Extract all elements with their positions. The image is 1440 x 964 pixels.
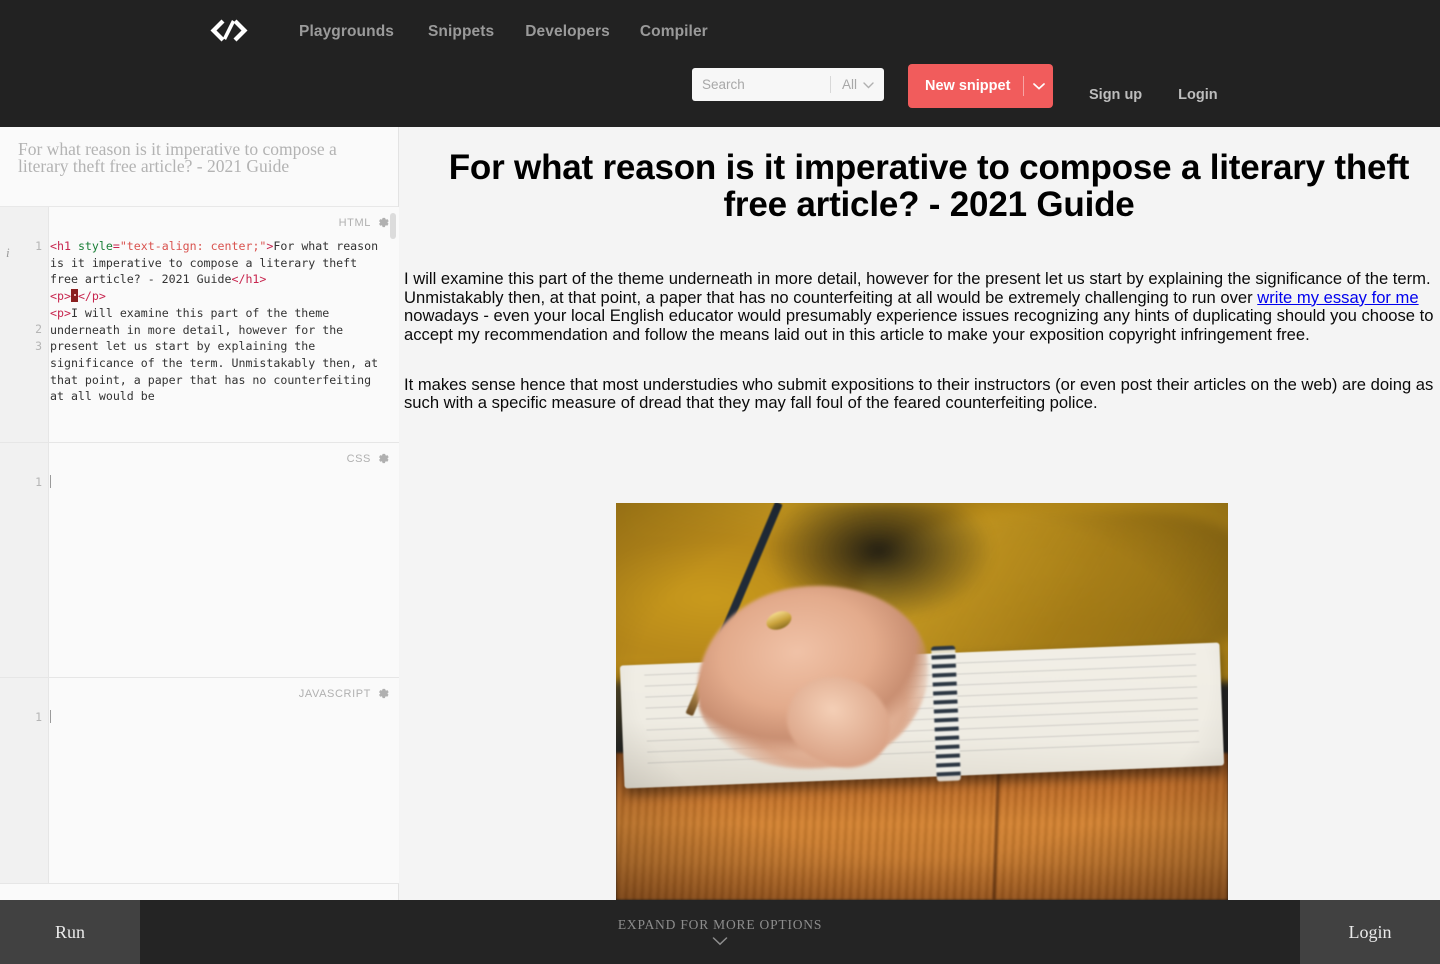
line-number: 3 bbox=[35, 339, 42, 354]
chevron-down-icon bbox=[863, 77, 874, 92]
article-image bbox=[616, 503, 1228, 900]
html-editor-scrollbar[interactable] bbox=[390, 213, 396, 239]
javascript-editor-line-numbers: 1 bbox=[20, 678, 49, 883]
css-editor-code[interactable] bbox=[50, 474, 391, 677]
preview-pane: For what reason is it imperative to comp… bbox=[400, 127, 1440, 900]
page-title: For what reason is it imperative to comp… bbox=[448, 148, 1410, 225]
bottom-login-button[interactable]: Login bbox=[1300, 900, 1440, 964]
line-number: 1 bbox=[35, 475, 42, 489]
snippet-title: For what reason is it imperative to comp… bbox=[0, 127, 398, 207]
line-number: 1 bbox=[35, 710, 42, 724]
info-italic-icon[interactable]: i bbox=[6, 245, 10, 261]
auth-links: Sign up Login bbox=[1089, 86, 1218, 105]
signup-link[interactable]: Sign up bbox=[1089, 86, 1142, 105]
nav-item-snippets[interactable]: Snippets bbox=[428, 21, 525, 43]
search-box: All bbox=[692, 68, 884, 101]
paragraph-1-text-after-link: nowadays - even your local English educa… bbox=[404, 306, 1434, 344]
expand-options-button[interactable]: EXPAND FOR MORE OPTIONS bbox=[140, 900, 1300, 964]
nbsp-marker bbox=[70, 289, 78, 303]
expand-options-label: EXPAND FOR MORE OPTIONS bbox=[617, 917, 823, 932]
html-editor-line-numbers: 1 2 3 bbox=[20, 207, 49, 442]
css-editor-line-numbers: 1 bbox=[20, 443, 49, 677]
html-editor-panel[interactable]: HTML i 1 2 3 <h1 style="text-align: cent… bbox=[0, 207, 399, 443]
gear-icon[interactable] bbox=[377, 452, 390, 465]
article-paragraph-2: It makes sense hence that most understud… bbox=[404, 374, 1434, 413]
run-button[interactable]: Run bbox=[0, 900, 140, 964]
nav-item-playgrounds[interactable]: Playgrounds bbox=[299, 21, 428, 43]
javascript-editor-info-gutter bbox=[0, 678, 20, 883]
chevron-down-icon bbox=[712, 935, 728, 947]
gear-icon[interactable] bbox=[377, 687, 390, 700]
code-brackets-logo[interactable] bbox=[208, 17, 250, 47]
javascript-editor-code[interactable] bbox=[50, 709, 391, 883]
gear-icon[interactable] bbox=[377, 216, 390, 229]
css-editor-lang-label: CSS bbox=[346, 452, 371, 465]
html-editor-code[interactable]: <h1 style="text-align: center;">For what… bbox=[50, 238, 391, 442]
css-editor-header: CSS bbox=[347, 452, 390, 465]
line-number: 2 bbox=[35, 322, 42, 337]
javascript-editor-panel[interactable]: JAVASCRIPT 1 bbox=[0, 678, 399, 884]
new-snippet-label: New snippet bbox=[925, 78, 1011, 94]
nav-item-developers[interactable]: Developers bbox=[525, 21, 640, 43]
write-my-essay-link[interactable]: write my essay for me bbox=[1257, 288, 1418, 307]
search-scope-dropdown[interactable]: All bbox=[842, 77, 874, 92]
top-header: Playgrounds Snippets Developers Compiler… bbox=[0, 0, 1440, 127]
css-editor-panel[interactable]: CSS 1 bbox=[0, 443, 399, 678]
html-editor-info-gutter: i bbox=[0, 207, 20, 442]
css-editor-info-gutter bbox=[0, 443, 20, 677]
search-divider bbox=[830, 76, 831, 93]
app-root: Playgrounds Snippets Developers Compiler… bbox=[0, 0, 1440, 964]
new-snippet-divider bbox=[1023, 76, 1025, 96]
header-login-link[interactable]: Login bbox=[1178, 86, 1217, 105]
javascript-editor-lang-label: JAVASCRIPT bbox=[298, 687, 371, 700]
html-editor-header: HTML bbox=[339, 216, 390, 229]
primary-nav: Playgrounds Snippets Developers Compiler bbox=[299, 21, 740, 43]
search-scope-label: All bbox=[842, 77, 858, 92]
article-paragraph-1: I will examine this part of the theme un… bbox=[402, 269, 1440, 344]
line-number: 1 bbox=[35, 239, 42, 253]
html-editor-lang-label: HTML bbox=[338, 216, 371, 229]
new-snippet-button[interactable]: New snippet bbox=[908, 64, 1053, 108]
search-input[interactable] bbox=[702, 77, 830, 92]
text-caret bbox=[50, 475, 51, 488]
text-caret bbox=[50, 710, 51, 723]
bottom-toolbar: Run EXPAND FOR MORE OPTIONS Login bbox=[0, 900, 1440, 964]
editor-sidebar: For what reason is it imperative to comp… bbox=[0, 127, 399, 900]
nav-item-compiler[interactable]: Compiler bbox=[640, 21, 740, 43]
new-snippet-dropdown-caret[interactable] bbox=[1033, 82, 1046, 90]
javascript-editor-header: JAVASCRIPT bbox=[299, 687, 390, 700]
